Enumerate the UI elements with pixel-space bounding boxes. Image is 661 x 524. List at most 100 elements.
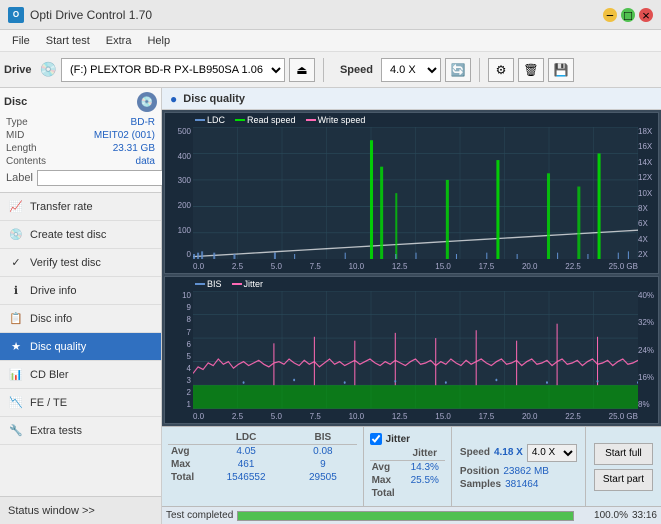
title-bar-left: O Opti Drive Control 1.70 (8, 7, 152, 23)
nav-cd-bler[interactable]: 📊 CD Bler (0, 361, 161, 389)
y2-right-32: 32% (638, 318, 654, 327)
disc-section-label: Disc (4, 96, 27, 108)
transfer-rate-icon: 📈 (8, 199, 24, 215)
speed-row-select[interactable]: 4.0 X (527, 444, 577, 462)
menu-start-test[interactable]: Start test (38, 33, 98, 49)
legend-bis: BIS (195, 279, 222, 289)
status-window-button[interactable]: Status window >> (0, 496, 161, 524)
y-right-18x: 18X (638, 127, 652, 136)
x-label-10: 10.0 (349, 262, 365, 271)
y-right-14x: 14X (638, 158, 652, 167)
stats-row-total: Total 1546552 29505 (168, 471, 357, 484)
jitter-col-header: Jitter (405, 447, 445, 461)
nav-disc-info[interactable]: 📋 Disc info (0, 305, 161, 333)
x-label-12-5: 12.5 (392, 262, 408, 271)
settings-button[interactable]: ⚙ (488, 58, 514, 82)
stats-total-ldc: 1546552 (203, 471, 289, 484)
disc-mid-label: MID (6, 130, 24, 141)
nav-fe-te[interactable]: 📉 FE / TE (0, 389, 161, 417)
nav-transfer-rate[interactable]: 📈 Transfer rate (0, 193, 161, 221)
disc-length-label: Length (6, 143, 37, 154)
close-button[interactable]: × (639, 8, 653, 22)
nav-cd-bler-label: CD Bler (30, 369, 69, 381)
save-button[interactable]: 💾 (548, 58, 574, 82)
ldc-legend-color (195, 119, 205, 121)
y2-label-5: 5 (187, 352, 191, 361)
stats-row-avg: Avg 4.05 0.08 (168, 445, 357, 459)
nav-disc-quality[interactable]: ★ Disc quality (0, 333, 161, 361)
minimize-button[interactable]: − (603, 8, 617, 22)
lower-chart: BIS Jitter 10 9 8 7 6 5 4 3 2 1 (164, 276, 659, 424)
stats-max-label: Max (168, 458, 203, 471)
position-label: Position (460, 466, 499, 477)
stats-bar: LDC BIS Avg 4.05 0.08 Max 461 (162, 426, 661, 506)
speed-select[interactable]: 4.0 X 1.0 X 2.0 X 6.0 X 8.0 X (381, 58, 441, 82)
nav-create-test-disc[interactable]: 💿 Create test disc (0, 221, 161, 249)
menu-extra[interactable]: Extra (98, 33, 140, 49)
stats-actions: Start full Start part (585, 427, 661, 506)
stats-total-bis: 29505 (289, 471, 356, 484)
bis-legend-color (195, 283, 205, 285)
x-label-20: 20.0 (522, 262, 538, 271)
nav-drive-info[interactable]: ℹ Drive info (0, 277, 161, 305)
speed-row-value: 4.18 X (494, 447, 523, 458)
samples-label: Samples (460, 479, 501, 490)
eject-button[interactable]: ⏏ (289, 58, 315, 82)
upper-y-axis-right: 18X 16X 14X 12X 10X 8X 6X 4X 2X (636, 127, 658, 259)
start-full-button[interactable]: Start full (594, 443, 653, 465)
menu-help[interactable]: Help (139, 33, 178, 49)
y-right-4x: 4X (638, 235, 648, 244)
disc-mid-value: MEIT02 (001) (94, 130, 155, 141)
erase-button[interactable]: 🗑 (518, 58, 544, 82)
stats-avg-label: Avg (168, 445, 203, 459)
maximize-button[interactable]: □ (621, 8, 635, 22)
create-test-disc-icon: 💿 (8, 227, 24, 243)
jitter-checkbox-row: Jitter (370, 433, 445, 445)
stats-max-bis: 9 (289, 458, 356, 471)
x-label-22-5: 22.5 (565, 262, 581, 271)
progress-percentage: 100.0% (578, 510, 628, 521)
jitter-total-label: Total (370, 487, 405, 500)
menu-file[interactable]: File (4, 33, 38, 49)
jitter-avg-value: 14.3% (405, 461, 445, 475)
x2-label-10: 10.0 (349, 412, 365, 421)
progress-time: 33:16 (632, 510, 657, 521)
refresh-button[interactable]: 🔄 (445, 58, 471, 82)
y2-label-3: 3 (187, 376, 191, 385)
disc-contents-label: Contents (6, 156, 46, 167)
jitter-checkbox[interactable] (370, 433, 382, 445)
y-right-8x: 8X (638, 204, 648, 213)
y2-right-40: 40% (638, 291, 654, 300)
toolbar-sep2 (479, 58, 480, 82)
y2-right-8: 8% (638, 400, 650, 409)
drive-select[interactable]: (F:) PLEXTOR BD-R PX-LB950SA 1.06 (61, 58, 285, 82)
jitter-section: Jitter Jitter Avg 14.3% (363, 427, 451, 506)
nav-verify-test-disc-label: Verify test disc (30, 257, 101, 269)
progress-status-text: Test completed (166, 510, 233, 521)
disc-label-input[interactable] (37, 170, 175, 186)
start-part-button[interactable]: Start part (594, 469, 653, 491)
x-label-0: 0.0 (193, 262, 204, 271)
content-area: ● Disc quality LDC Read speed Write spee… (162, 88, 661, 524)
menu-bar: File Start test Extra Help (0, 30, 661, 52)
stats-avg-ldc: 4.05 (203, 445, 289, 459)
legend-read-speed: Read speed (235, 115, 296, 125)
lower-chart-legend: BIS Jitter (195, 279, 263, 289)
x-label-25: 25.0 GB (609, 262, 638, 271)
disc-panel: Disc 💿 Type BD-R MID MEIT02 (001) Length… (0, 88, 161, 193)
disc-length-row: Length 23.31 GB (4, 142, 157, 155)
y-label-200: 200 (178, 201, 191, 210)
samples-value: 381464 (505, 479, 538, 490)
legend-write-speed: Write speed (306, 115, 366, 125)
extra-tests-icon: 🔧 (8, 423, 24, 439)
chart-title: Disc quality (183, 93, 245, 105)
nav-disc-info-label: Disc info (30, 313, 72, 325)
jitter-table: Jitter Avg 14.3% Max 25.5% Tot (370, 447, 445, 500)
nav-extra-tests[interactable]: 🔧 Extra tests (0, 417, 161, 445)
nav-disc-quality-label: Disc quality (30, 341, 86, 353)
nav-verify-test-disc[interactable]: ✓ Verify test disc (0, 249, 161, 277)
toolbar-separator (323, 58, 324, 82)
y-right-6x: 6X (638, 219, 648, 228)
jitter-legend-color (232, 283, 242, 285)
x2-label-2-5: 2.5 (232, 412, 243, 421)
